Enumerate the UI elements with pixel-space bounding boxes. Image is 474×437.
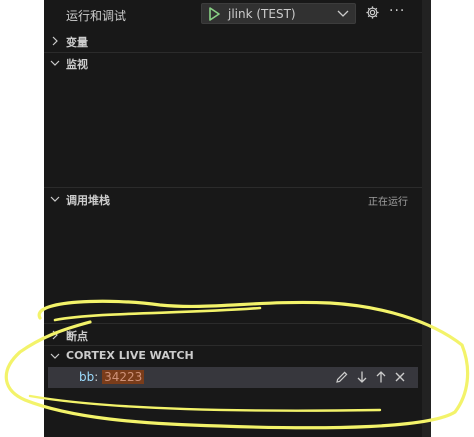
launch-config-dropdown[interactable]: jlink (TEST) <box>201 3 356 24</box>
run-and-debug-panel: 运行和调试 jlink (TEST) ··· 变量 监视 调用堆栈 正在运行 断… <box>44 0 422 437</box>
section-variables[interactable]: 变量 <box>44 31 422 51</box>
watch-separator: : <box>94 370 99 384</box>
divider <box>44 187 422 188</box>
panel-edge <box>422 0 431 437</box>
section-call-stack-label: 调用堆栈 <box>66 194 110 207</box>
section-call-stack[interactable]: 调用堆栈 正在运行 <box>44 189 422 209</box>
watch-variable-name: bb <box>79 370 95 384</box>
section-live-watch-label: CORTEX LIVE WATCH <box>66 349 194 362</box>
watch-variable-value: 34223 <box>102 370 145 384</box>
call-stack-status: 正在运行 <box>368 197 408 208</box>
section-live-watch[interactable]: CORTEX LIVE WATCH <box>44 346 422 366</box>
section-breakpoints[interactable]: 断点 <box>44 325 422 345</box>
remove-icon[interactable] <box>393 370 407 384</box>
chevron-right-icon <box>52 36 58 46</box>
section-variables-label: 变量 <box>66 36 88 49</box>
panel-title: 运行和调试 <box>66 9 127 23</box>
chevron-right-icon <box>52 330 58 340</box>
more-icon[interactable]: ··· <box>389 4 405 20</box>
run-icon[interactable] <box>207 7 221 21</box>
chevron-down-icon <box>50 196 60 202</box>
live-watch-item[interactable]: bb: 34223 <box>48 367 418 388</box>
debug-toolbar: 运行和调试 jlink (TEST) ··· <box>44 0 422 30</box>
edit-icon[interactable] <box>335 370 349 384</box>
launch-config-name: jlink (TEST) <box>228 7 296 21</box>
move-up-icon[interactable] <box>374 370 388 384</box>
live-watch-expression: bb: 34223 <box>79 370 145 384</box>
section-watch[interactable]: 监视 <box>44 53 422 73</box>
chevron-down-icon <box>50 60 60 66</box>
section-breakpoints-label: 断点 <box>66 330 88 343</box>
divider <box>44 323 422 324</box>
gear-icon[interactable] <box>365 5 380 20</box>
move-down-icon[interactable] <box>355 370 369 384</box>
section-watch-label: 监视 <box>66 58 88 71</box>
chevron-down-icon <box>50 353 60 359</box>
chevron-down-icon[interactable] <box>337 9 349 19</box>
